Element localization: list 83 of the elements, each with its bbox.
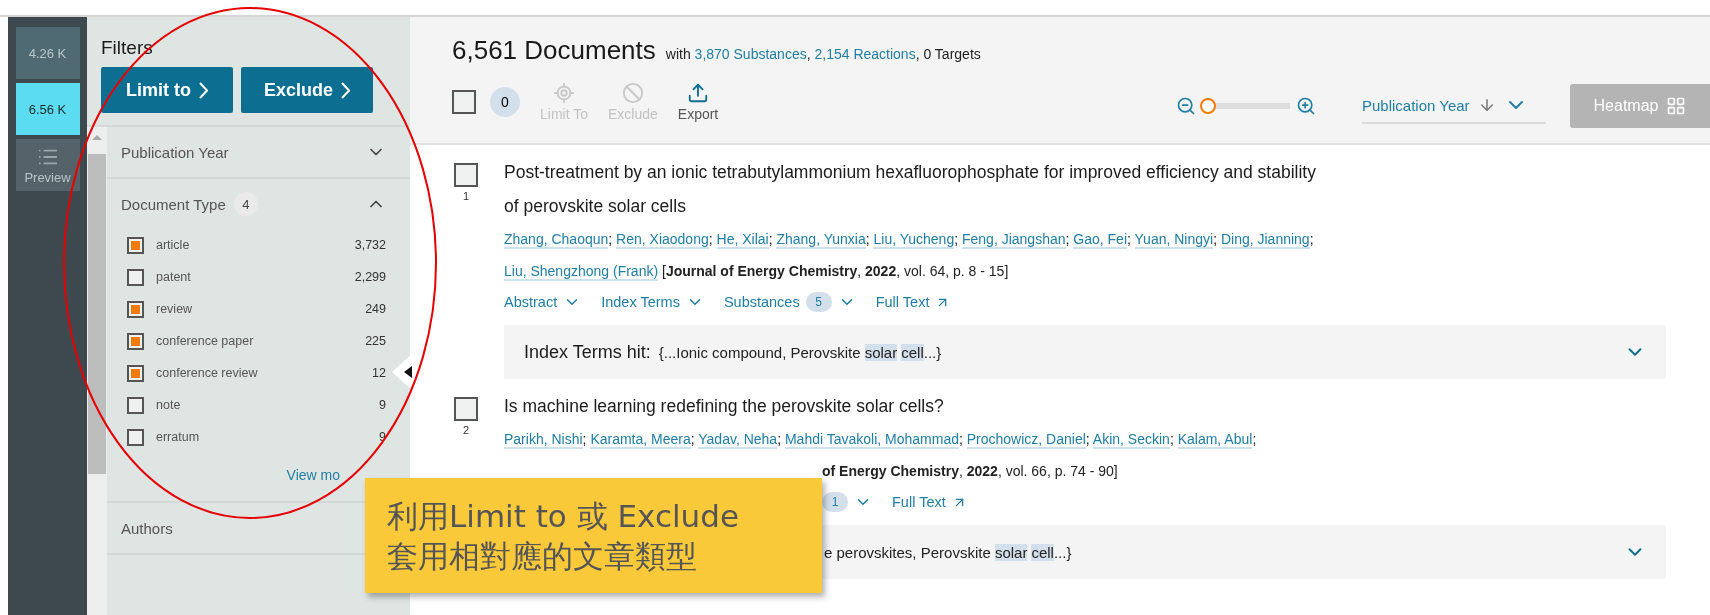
- count-badge: 1: [822, 492, 848, 512]
- result-title[interactable]: Post-treatment by an ionic tetrabutylammonium hexafluorophosphate for improved efficiency and stability of perovskite solar cells: [504, 155, 1334, 223]
- author-link[interactable]: He, Xilai: [716, 231, 769, 249]
- count-badge: 5: [805, 292, 832, 312]
- upload-icon: [687, 82, 710, 104]
- filter-count: 12: [372, 366, 386, 380]
- filter-label: note: [156, 398, 182, 412]
- sort-dropdown[interactable]: Publication Year: [1362, 88, 1546, 124]
- result-count-tab[interactable]: 4.26 K: [15, 27, 80, 79]
- author-link[interactable]: Feng, Jiangshan: [962, 231, 1066, 249]
- expand-link[interactable]: 1: [822, 492, 872, 512]
- filter-label: patent: [156, 270, 192, 284]
- author-link[interactable]: Prochowicz, Daniel: [966, 431, 1086, 449]
- author-link[interactable]: Ding, Jianning: [1220, 231, 1310, 249]
- summary-link[interactable]: 2,154 Reactions: [814, 46, 916, 62]
- results-summary: with 3,870 Substances, 2,154 Reactions, 0 Targets: [665, 46, 981, 62]
- hit-terms: e perovskites, Perovskite solar cell...}: [824, 543, 1072, 561]
- author-link[interactable]: Akin, Seckin: [1092, 431, 1170, 449]
- section-title[interactable]: Document Type: [121, 195, 226, 213]
- expand-link[interactable]: Substances 5: [723, 292, 856, 312]
- section-title[interactable]: Publication Year: [121, 143, 229, 161]
- callout-text: 利用Limit to 或 Exclude: [387, 496, 740, 536]
- chevron-right-icon: [199, 81, 208, 99]
- preview-tab[interactable]: Preview: [15, 139, 80, 191]
- author-link[interactable]: Liu, Shengzhong (Frank): [504, 263, 659, 281]
- results-title: 6,561 Documents: [452, 35, 656, 66]
- checkbox[interactable]: [127, 364, 144, 382]
- select-all-checkbox[interactable]: [452, 90, 476, 114]
- author-citation-text: Parikh, Nishi; Karamta, Meera; Yadav, Neha; Mahdi Tavakoli, Mohammad; Prochowicz, Daniel; Akin, Seckin; Kalam, Abul; of Energy Chemistry, 2022, vol. 66, p. 74 - 90]: [504, 430, 1258, 481]
- author-link[interactable]: Parikh, Nishi: [504, 431, 583, 449]
- chevron-right-icon: [341, 81, 350, 99]
- author-link[interactable]: Mahdi Tavakoli, Mohammad: [784, 431, 959, 449]
- filter-label: review: [156, 302, 194, 316]
- zoom-out-icon[interactable]: [1176, 96, 1196, 116]
- checkbox[interactable]: [127, 268, 144, 286]
- selected-count: 0: [490, 87, 520, 117]
- result-count-tab[interactable]: 6.56 K: [15, 83, 80, 135]
- author-link[interactable]: Gao, Fei: [1073, 231, 1127, 249]
- filter-count: 225: [365, 334, 386, 348]
- full-text-link[interactable]: Full Text: [892, 494, 967, 510]
- filter-count: 249: [365, 302, 386, 316]
- hit-label: Index Terms hit:: [524, 341, 651, 363]
- author-citation-text: Zhang, Chaoqun; Ren, Xiaodong; He, Xilai; Zhang, Yunxia; Liu, Yucheng; Feng, Jiangshan; Gao, Fei; Yuan, Ningyi; Ding, Jianning; Liu, Shengzhong (Frank) [Journal of Energy Chemistry, 2022, vol. 64, p. 8 - 15]: [504, 230, 1315, 283]
- author-link[interactable]: Zhang, Yunxia: [776, 231, 866, 249]
- expand-link[interactable]: Abstract: [504, 293, 582, 311]
- section-title[interactable]: Authors: [121, 519, 173, 537]
- zoom-in-icon[interactable]: [1296, 96, 1316, 116]
- expand-link[interactable]: Index Terms: [601, 293, 704, 311]
- callout-text: 套用相對應的文章類型: [387, 536, 698, 576]
- count-badge: 4: [233, 192, 258, 216]
- checkbox[interactable]: [127, 428, 144, 446]
- result-checkbox[interactable]: [454, 397, 478, 421]
- result-number: 1: [462, 190, 470, 202]
- author-link[interactable]: Ren, Xiaodong: [616, 231, 709, 249]
- filter-label: conference review: [156, 366, 259, 380]
- filter-label: conference paper: [156, 334, 255, 348]
- exclude-button[interactable]: Exclude: [241, 67, 373, 113]
- ban-icon: [621, 82, 644, 104]
- grid-icon: [1666, 96, 1687, 116]
- crosshair-icon: [553, 82, 575, 104]
- hit-terms: {...Ionic compound, Perovskite solar cell...}: [658, 343, 942, 361]
- tab-label: Preview: [24, 169, 71, 185]
- view-more-link[interactable]: View mo: [121, 467, 386, 483]
- checkbox[interactable]: [127, 236, 144, 254]
- filter-count: 3,732: [354, 238, 386, 252]
- checkbox[interactable]: [127, 300, 144, 318]
- filter-count: 2,299: [354, 270, 386, 284]
- result-checkbox[interactable]: [454, 163, 478, 187]
- panel-title: Filters: [101, 37, 154, 59]
- result-number: 2: [462, 424, 470, 436]
- author-link[interactable]: Karamta, Meera: [590, 431, 691, 449]
- full-text-link[interactable]: Full Text: [875, 294, 951, 310]
- checkbox[interactable]: [127, 396, 144, 414]
- filter-label: article: [156, 238, 191, 252]
- scrollbar[interactable]: [87, 127, 107, 615]
- filter-label: erratum: [156, 430, 201, 444]
- slider-thumb[interactable]: [1200, 98, 1216, 114]
- checkbox[interactable]: [127, 332, 144, 350]
- toolbar-button[interactable]: Export: [677, 82, 719, 122]
- summary-link[interactable]: 3,870 Substances: [694, 46, 807, 62]
- limit-button[interactable]: Limit to: [101, 67, 233, 113]
- result-title[interactable]: Is machine learning redefining the perovskite solar cells?: [504, 389, 1334, 423]
- filter-count: 9: [379, 398, 386, 412]
